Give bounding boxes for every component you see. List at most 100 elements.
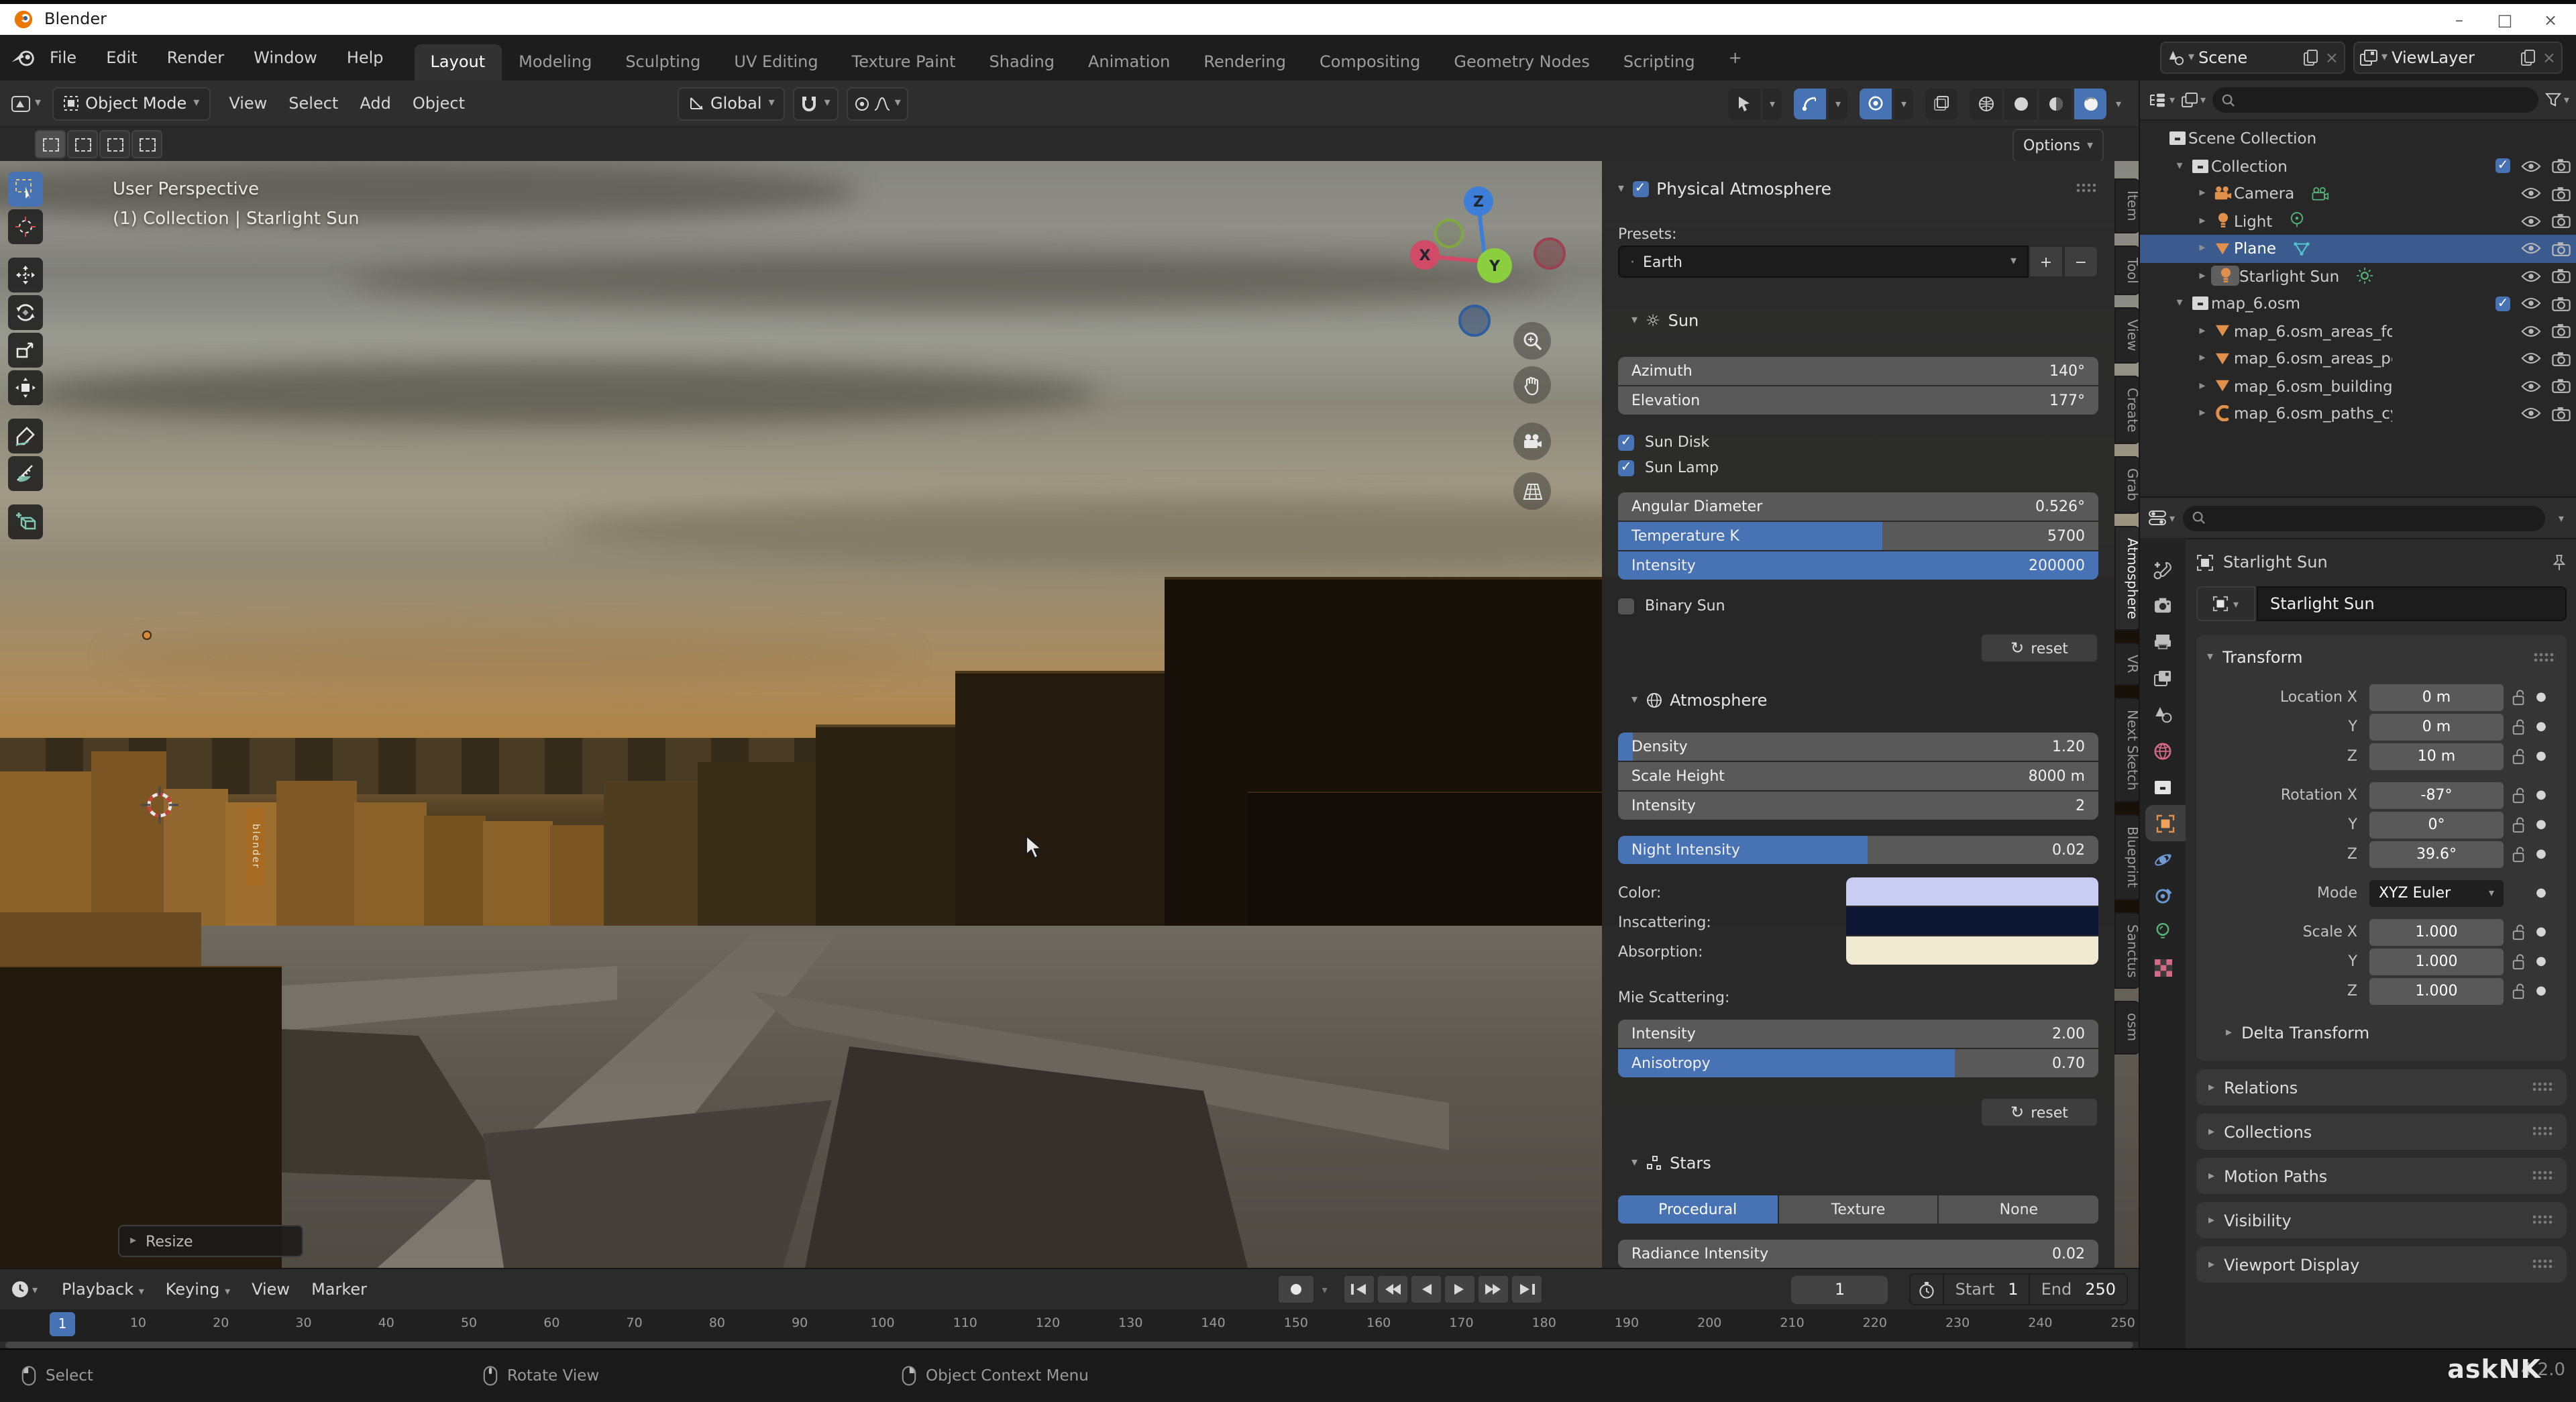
disable-render-camera-icon[interactable] — [2552, 352, 2571, 366]
drag-grip-icon[interactable] — [2533, 651, 2556, 663]
tool-measure[interactable] — [8, 456, 43, 491]
properties-tab-physics[interactable] — [2140, 841, 2186, 877]
outliner-row-map-6-osm-areas-pe[interactable]: ▸map_6.osm_areas_pe — [2140, 345, 2576, 372]
overlays-caret[interactable]: ▾ — [1894, 88, 1913, 119]
hide-eye-icon[interactable] — [2521, 325, 2541, 338]
disable-render-camera-icon[interactable] — [2552, 214, 2571, 229]
timeline-scrollbar[interactable] — [5, 1342, 2133, 1348]
disable-render-camera-icon[interactable] — [2552, 407, 2571, 421]
axis-gizmo[interactable]: Z X Y — [1402, 178, 1568, 345]
workspace-tab-modeling[interactable]: Modeling — [502, 44, 608, 80]
auto-key-button[interactable] — [1278, 1275, 1316, 1304]
outliner-row-starlight-sun[interactable]: ▸Starlight Sun — [2140, 262, 2576, 290]
show-gizmo-icon[interactable] — [1794, 88, 1826, 119]
tool-select-box[interactable] — [8, 172, 43, 207]
tool-scale[interactable] — [8, 333, 43, 368]
menu-edit[interactable]: Edit — [91, 48, 152, 67]
disable-render-camera-icon[interactable] — [2552, 159, 2571, 174]
preset-remove-button[interactable]: − — [2063, 246, 2098, 278]
outliner-row-map-6-osm[interactable]: ▾map_6.osm✓ — [2140, 290, 2576, 317]
shading-rendered-icon[interactable] — [2074, 88, 2106, 119]
panel-relations[interactable]: ▸Relations — [2196, 1069, 2567, 1106]
stopwatch-icon[interactable] — [1911, 1281, 1943, 1298]
workspace-tab-scripting[interactable]: Scripting — [1607, 44, 1711, 80]
transform-orientation-dropdown[interactable]: Global ▾ — [677, 87, 786, 120]
delta-transform-header[interactable]: ▸ Delta Transform — [2207, 1018, 2556, 1048]
sidebar-tab-atmosphere[interactable]: Atmosphere — [2114, 525, 2140, 631]
workspace-tab-rendering[interactable]: Rendering — [1187, 44, 1302, 80]
outliner-editor-type-button[interactable]: ▾ — [2148, 92, 2175, 108]
disable-render-camera-icon[interactable] — [2552, 296, 2571, 311]
timeline-menu-view[interactable]: View — [241, 1280, 301, 1299]
slider-radiance-intensity[interactable]: Radiance Intensity0.02 — [1618, 1240, 2098, 1268]
remove-viewlayer-icon[interactable]: × — [2542, 48, 2556, 67]
slider-angular-diameter[interactable]: Angular Diameter0.526° — [1618, 492, 2098, 521]
mode-dropdown[interactable]: XYZ Euler▾ — [2369, 879, 2504, 906]
operator-panel[interactable]: ▸ Resize — [118, 1225, 303, 1257]
workspace-tab-layout[interactable]: Layout — [415, 44, 502, 80]
collection-checkbox[interactable]: ✓ — [2496, 159, 2510, 174]
snap-dropdown[interactable]: ▾ — [794, 87, 839, 120]
slider-azimuth[interactable]: Azimuth140° — [1618, 357, 2098, 385]
sidebar-tab-next-sketch[interactable]: Next Sketch — [2114, 698, 2140, 802]
maximize-button[interactable]: □ — [2482, 10, 2528, 29]
axis-x-ball[interactable]: X — [1410, 240, 1440, 270]
transport-rew-button[interactable] — [1377, 1275, 1409, 1304]
editor-type-button[interactable]: ▾ — [11, 95, 41, 112]
outliner-row-map-6-osm-buildings[interactable]: ▸map_6.osm_buildings — [2140, 372, 2576, 400]
shading-wireframe-icon[interactable] — [1970, 88, 2002, 119]
disable-render-camera-icon[interactable] — [2552, 241, 2571, 256]
scene-selector[interactable]: ▾ Scene × — [2160, 42, 2345, 74]
new-viewlayer-icon[interactable] — [2521, 50, 2536, 66]
slider-intensity[interactable]: Intensity2 — [1618, 792, 2098, 820]
workspace-tab-texture-paint[interactable]: Texture Paint — [836, 44, 972, 80]
properties-editor-type-button[interactable]: ▾ — [2148, 510, 2175, 526]
lock-open-icon[interactable] — [2504, 748, 2533, 764]
disclosure-icon[interactable]: ▸ — [2194, 270, 2211, 283]
menu-file[interactable]: File — [35, 48, 91, 67]
sidebar-tab-view[interactable]: View — [2114, 307, 2140, 363]
timeline-menu-keying[interactable]: Keying ▾ — [155, 1280, 241, 1299]
select-mode-extend[interactable] — [67, 130, 98, 158]
tool-transform[interactable] — [8, 370, 43, 405]
value-field[interactable]: 0 m — [2369, 684, 2504, 710]
zoom-button[interactable] — [1513, 322, 1551, 360]
properties-tab-view-layer[interactable] — [2140, 660, 2186, 696]
animate-dot[interactable]: ● — [2533, 720, 2549, 733]
id-type-button[interactable]: ▾ — [2196, 586, 2255, 621]
outliner-row-plane[interactable]: ▸Plane — [2140, 235, 2576, 262]
tool-rotate[interactable] — [8, 295, 43, 330]
disclosure-icon[interactable]: ▸ — [2194, 407, 2211, 421]
timeline-menu-playback[interactable]: Playback ▾ — [51, 1280, 155, 1299]
value-field[interactable]: 0° — [2369, 811, 2504, 838]
panel-motion-paths[interactable]: ▸Motion Paths — [2196, 1158, 2567, 1194]
properties-tab-world[interactable] — [2140, 733, 2186, 769]
animate-dot[interactable]: ● — [2533, 955, 2549, 968]
panel-visibility[interactable]: ▸Visibility — [2196, 1202, 2567, 1238]
outliner-row-map-6-osm-areas-foc[interactable]: ▸map_6.osm_areas_foc — [2140, 317, 2576, 345]
animate-dot[interactable]: ● — [2533, 749, 2549, 763]
select-mode-subtract[interactable] — [99, 130, 130, 158]
transport-jump-first-button[interactable] — [1344, 1275, 1376, 1304]
properties-tab-render[interactable] — [2140, 588, 2186, 624]
properties-tab-output[interactable] — [2140, 624, 2186, 660]
menu-help[interactable]: Help — [332, 48, 398, 67]
workspace-tab-uv-editing[interactable]: UV Editing — [718, 44, 834, 80]
stars-section-header[interactable]: ▾ Stars — [1631, 1154, 2098, 1173]
animate-dot[interactable]: ● — [2533, 886, 2549, 900]
collection-checkbox[interactable]: ✓ — [2496, 296, 2510, 311]
checkbox-row-sun-disk[interactable]: ✓Sun Disk — [1618, 429, 2098, 455]
outliner-row-collection[interactable]: ▾Collection✓ — [2140, 152, 2576, 180]
hide-eye-icon[interactable] — [2521, 270, 2541, 283]
axis-y-ball[interactable]: Y — [1477, 248, 1512, 283]
viewport-menu-object[interactable]: Object — [402, 94, 476, 113]
proportional-editing-dropdown[interactable]: ▾ — [847, 87, 909, 120]
workspace-tab-sculpting[interactable]: Sculpting — [609, 44, 716, 80]
panel-header[interactable]: ▾ ✓ Physical Atmosphere — [1618, 178, 2098, 199]
properties-tab-constraints[interactable] — [2140, 877, 2186, 914]
options-dropdown[interactable]: Options ▾ — [2012, 129, 2104, 162]
checkbox[interactable]: ✓ — [1618, 460, 1634, 476]
sidebar-tab-blueprint[interactable]: Blueprint — [2114, 814, 2140, 900]
ortho-grid-button[interactable] — [1513, 472, 1551, 510]
axis-z-ball[interactable]: Z — [1464, 186, 1493, 216]
